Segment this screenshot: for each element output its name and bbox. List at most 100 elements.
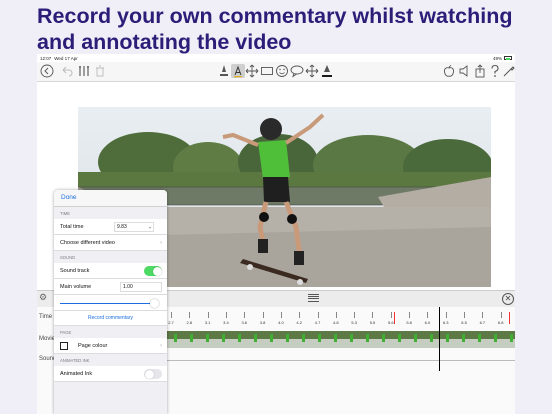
- ruler-tick-label: 5.5: [369, 320, 376, 325]
- rectangle-icon[interactable]: [260, 64, 274, 78]
- ruler-tick: [464, 312, 465, 318]
- main-volume-label: Main volume: [60, 284, 92, 290]
- page-colour-swatch[interactable]: [60, 342, 68, 350]
- movie-track-label: Movie: [39, 336, 56, 342]
- ruler-tick-label: 3.8: [259, 320, 266, 325]
- ruler-tick-label: 5.3: [351, 320, 357, 325]
- filmstrip-frame: [455, 331, 471, 348]
- done-button[interactable]: Done: [61, 194, 77, 201]
- main-volume-value: 1.00: [123, 284, 133, 290]
- share-icon[interactable]: [473, 64, 487, 78]
- total-time-label: Total time: [60, 224, 84, 230]
- filmstrip-frame: [407, 331, 423, 348]
- close-icon[interactable]: ✕: [502, 293, 514, 305]
- filmstrip-frame: [327, 331, 343, 348]
- volume-slider-track[interactable]: [60, 303, 155, 304]
- filmstrip-frame: [279, 331, 295, 348]
- ruler-tick: [244, 312, 245, 318]
- filmstrip-frame: [247, 331, 263, 348]
- ruler-tick: [207, 312, 209, 318]
- ruler-tick-label: 3.4: [223, 320, 229, 325]
- time-section-header: TIME: [60, 211, 71, 216]
- volume-slider-row: [54, 295, 167, 311]
- record-commentary-button[interactable]: Record commentary: [54, 311, 167, 326]
- page-colour-label: Page colour: [78, 343, 108, 349]
- chevron-right-icon: ›: [160, 240, 162, 246]
- filmstrip-frame: [263, 331, 279, 348]
- trash-icon[interactable]: [93, 64, 107, 78]
- ruler-tick-label: 6.0: [424, 320, 431, 325]
- filmstrip-frame: [311, 331, 327, 348]
- ruler-tick: [500, 312, 502, 318]
- toolbar: [37, 62, 515, 82]
- status-battery-percent: 49%: [492, 55, 502, 61]
- time-track-label: Time: [39, 314, 53, 320]
- status-bar: 12:07 Wed 17 Apr 49%: [37, 54, 515, 62]
- ruler-tick: [225, 312, 227, 318]
- animated-ink-row: Animated Ink: [54, 366, 167, 382]
- filmstrip-frame: [215, 331, 231, 348]
- choose-video-row[interactable]: Choose different video ›: [54, 235, 167, 251]
- volume-slider-knob[interactable]: [150, 299, 159, 308]
- ruler-tick-label: 3.6: [241, 320, 248, 325]
- pen-icon[interactable]: [217, 64, 231, 78]
- smiley-icon[interactable]: [275, 64, 289, 78]
- ruler-tick-label: 4.8: [333, 320, 339, 325]
- filmstrip-frame: [343, 331, 359, 348]
- main-volume-field[interactable]: 1.00: [120, 282, 162, 292]
- filmstrip-frame: [439, 331, 455, 348]
- help-icon[interactable]: [488, 64, 502, 78]
- total-time-field[interactable]: 9.83 ▾: [114, 222, 154, 232]
- highlighter-icon[interactable]: [320, 64, 334, 78]
- ruler-tick: [171, 312, 172, 318]
- filmstrip-frame: [359, 331, 375, 348]
- chevron-right-icon: ›: [160, 343, 162, 349]
- page-section-header: PAGE: [60, 330, 72, 335]
- playhead[interactable]: [439, 307, 441, 371]
- settings-panel: Done TIME Total time 9.83 ▾ Choose diffe…: [54, 190, 167, 414]
- sound-track-toggle[interactable]: [144, 266, 162, 276]
- annotation-marker[interactable]: [394, 312, 395, 324]
- battery-icon: [504, 56, 512, 60]
- panel-header: Done: [54, 190, 167, 207]
- speech-bubble-icon[interactable]: [290, 64, 304, 78]
- page-colour-row[interactable]: Page colour ›: [54, 338, 167, 354]
- ruler-tick: [317, 312, 319, 318]
- ruler-tick: [354, 312, 355, 318]
- ruler-tick-label: 4.7: [314, 320, 321, 325]
- drag-handle-icon[interactable]: [308, 294, 319, 304]
- stepper-icon[interactable]: ▾: [149, 223, 151, 232]
- tools-icon[interactable]: [77, 64, 91, 78]
- text-icon[interactable]: [231, 64, 245, 78]
- ruler-tick: [445, 312, 447, 318]
- filmstrip-frame: [423, 331, 439, 348]
- undo-icon[interactable]: [60, 64, 74, 78]
- ruler-tick: [262, 312, 264, 318]
- move-arrows-icon[interactable]: [245, 64, 259, 78]
- ruler-tick-label: 4.0: [278, 320, 284, 325]
- annotation-marker[interactable]: [509, 312, 510, 324]
- ruler-tick: [482, 312, 483, 318]
- movie-filmstrip[interactable]: [167, 331, 515, 348]
- filmstrip-frame: [487, 331, 503, 348]
- filmstrip-frame: [375, 331, 391, 348]
- apple-icon[interactable]: [442, 64, 456, 78]
- total-time-row: Total time 9.83 ▾: [54, 219, 167, 235]
- total-time-value: 9.83: [117, 224, 127, 230]
- ruler-tick: [409, 312, 410, 318]
- back-circle-icon[interactable]: [40, 64, 54, 78]
- status-time: 12:07: [40, 55, 52, 61]
- time-ruler[interactable]: 2.7 2.8 3.1 3.4 3.6 3.8 4.0 4.2 4.7 4.8 5.3 5.5 5.6 5…: [167, 312, 515, 326]
- animated-ink-section-header: ANIMATED INK: [60, 358, 90, 363]
- animated-ink-toggle[interactable]: [144, 369, 162, 379]
- sound-track-row: Sound track: [54, 263, 167, 279]
- ruler-tick-label: 6.3: [442, 320, 449, 325]
- sound-track-label: Sound track: [60, 268, 90, 274]
- filmstrip-frame: [295, 331, 311, 348]
- gear-icon[interactable]: ⚙: [39, 292, 47, 303]
- speaker-icon[interactable]: [458, 64, 472, 78]
- ruler-tick-label: 6.7: [479, 320, 486, 325]
- animated-ink-label: Animated Ink: [60, 371, 93, 377]
- brush-icon[interactable]: [502, 64, 515, 78]
- move-arrows-icon[interactable]: [305, 64, 319, 78]
